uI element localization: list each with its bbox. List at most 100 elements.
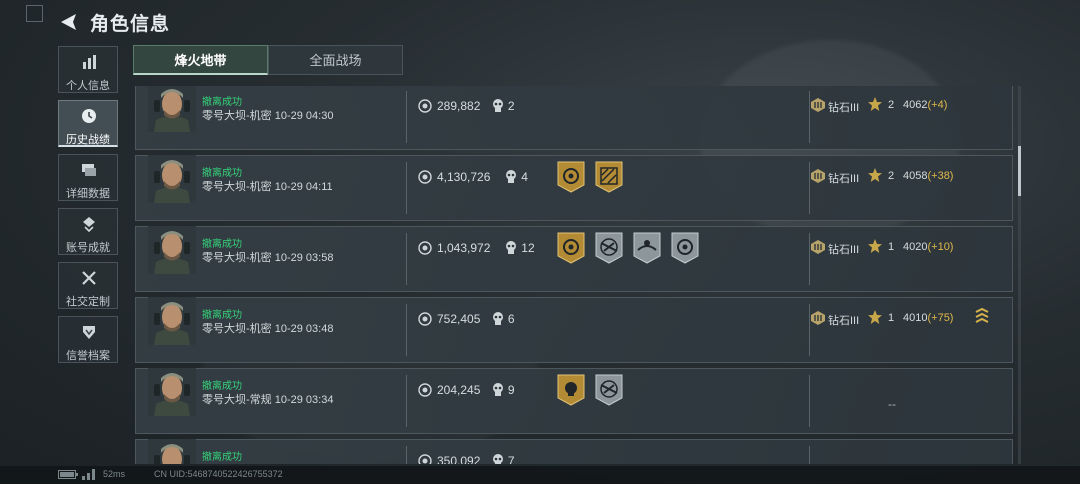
- page-title: 角色信息: [90, 14, 171, 35]
- kill-count: 2: [507, 99, 515, 113]
- loot-value: 752,405: [437, 312, 481, 326]
- star-count: 2: [888, 99, 895, 111]
- ping-value: 52ms: [103, 469, 126, 479]
- sidebar-item-social[interactable]: 社交定制: [58, 262, 118, 309]
- match-time: 10-29 04:30: [274, 110, 334, 122]
- match-time: 10-29 04:11: [274, 181, 333, 193]
- clock-icon: [82, 109, 96, 123]
- tab-full-battlefield[interactable]: 全面战场: [268, 45, 403, 75]
- match-record-row[interactable]: 撤离成功 零号大坝-机密 10-29 03:58 1,043,972 12 钻石III 1…: [135, 226, 1013, 292]
- silver-gun-medal-icon[interactable]: [594, 232, 624, 264]
- column-divider: [406, 91, 407, 143]
- gold-skull-medal-icon[interactable]: [556, 374, 586, 406]
- sidebar-item-history[interactable]: 历史战绩: [58, 100, 118, 147]
- extraction-status: 撤离成功: [202, 381, 242, 392]
- loot-value: 4,130,726: [437, 170, 491, 184]
- battery-icon: [58, 470, 78, 479]
- star-icon: [868, 168, 882, 182]
- sidebar-item-detail-data[interactable]: 详细数据: [58, 154, 118, 201]
- map-and-time: 零号大坝-机密 10-29 03:58: [202, 249, 333, 265]
- skull-icon: [492, 99, 503, 112]
- win-streak-chevron-icon: [975, 308, 989, 323]
- rank-name: 钻石III: [828, 102, 860, 114]
- extraction-status: 撤离成功: [202, 168, 242, 179]
- credit-shield-icon: [83, 326, 95, 339]
- silver-wave-medal-icon[interactable]: [632, 232, 662, 264]
- map-and-time: 零号大坝-机密 10-29 03:48: [202, 320, 333, 336]
- column-divider: [809, 446, 810, 464]
- kill-count: 6: [507, 312, 515, 326]
- value-coin-icon: [418, 241, 432, 255]
- tab-hazard-zone[interactable]: 烽火地带: [133, 45, 268, 75]
- map-name: 零号大坝-机密: [202, 252, 272, 264]
- stack-icon: [82, 164, 96, 176]
- map-name: 零号大坝-机密: [202, 323, 272, 335]
- match-record-row[interactable]: 撤离成功 零号大坝-机密 10-29 04:30 289,882 2 钻石III 2 406…: [135, 86, 1013, 150]
- map-and-time: 零号大坝-机密 10-29 04:11: [202, 178, 333, 194]
- map-name: 零号大坝-机密: [202, 181, 272, 193]
- match-record-row[interactable]: 撤离成功 零号大坝-机密 10-29 04:11 4,130,726 4 钻石III 2 4…: [135, 155, 1013, 221]
- map-and-time: 零号大坝-常规 10-29 03:34: [202, 391, 333, 407]
- score-value: 4062: [903, 99, 928, 111]
- value-coin-icon: [418, 312, 432, 326]
- kill-count: 7: [507, 454, 515, 464]
- signal-icon: [82, 469, 95, 480]
- rank-score: 4010(+75): [903, 312, 953, 324]
- gold-target-medal-icon[interactable]: [556, 232, 586, 264]
- kill-count: 4: [521, 170, 528, 184]
- extraction-status: 撤离成功: [202, 452, 242, 463]
- score-delta: (+4): [927, 99, 948, 111]
- silver-cross-medal-icon[interactable]: [670, 232, 700, 264]
- skull-icon: [492, 312, 503, 325]
- loot-value: 204,245: [437, 383, 481, 397]
- diamond-rank-icon: [811, 169, 825, 183]
- gold-stripes-medal-icon[interactable]: [594, 161, 624, 193]
- kill-count: 12: [521, 241, 535, 255]
- star-count: 1: [888, 312, 895, 324]
- silver-gun-medal-icon[interactable]: [594, 374, 624, 406]
- column-divider: [406, 233, 407, 285]
- scrollbar-track[interactable]: [1018, 86, 1021, 464]
- match-record-row[interactable]: 撤离成功 零号大坝-常规 10-29 03:34 204,245 9 --: [135, 368, 1013, 434]
- loot-value: 350,092: [437, 454, 481, 464]
- operator-avatar: [148, 155, 196, 203]
- gold-target-medal-icon[interactable]: [556, 161, 586, 193]
- loot-value: 289,882: [437, 99, 481, 113]
- score-value: 4020: [903, 241, 928, 253]
- sidebar-item-achievements[interactable]: 账号成就: [58, 208, 118, 255]
- match-history-list[interactable]: 撤离成功 零号大坝-机密 10-29 04:30 289,882 2 钻石III 2 406…: [135, 86, 1013, 464]
- loot-value: 1,043,972: [437, 241, 491, 255]
- scrollbar-thumb[interactable]: [1018, 146, 1021, 196]
- sidebar-item-credit[interactable]: 信誉档案: [58, 316, 118, 363]
- star-icon: [868, 310, 882, 324]
- match-time: 10-29 03:48: [274, 323, 334, 335]
- kill-count: 9: [507, 383, 515, 397]
- tools-icon: [82, 271, 96, 285]
- column-divider: [406, 375, 407, 427]
- match-time: 10-29 03:34: [274, 394, 334, 406]
- extraction-status: 撤离成功: [202, 310, 242, 321]
- rank-score: 4020(+10): [903, 241, 953, 253]
- rank-name: 钻石III: [828, 244, 860, 256]
- sidebar-item-label: 个人信息: [66, 80, 110, 92]
- status-footer: 52ms CN UID:5468740522426755372: [0, 466, 1080, 484]
- achievement-icon: [83, 217, 95, 232]
- match-record-row[interactable]: 撤离成功 零号大坝-机密 10-29 03:48 752,405 6 钻石III 1 401…: [135, 297, 1013, 363]
- diamond-rank-icon: [811, 311, 825, 325]
- operator-avatar: [148, 297, 196, 345]
- sidebar-item-profile[interactable]: 个人信息: [58, 46, 118, 93]
- score-delta: (+38): [927, 170, 954, 182]
- value-coin-icon: [418, 170, 432, 184]
- column-divider: [406, 162, 407, 214]
- operator-avatar: [148, 368, 196, 416]
- back-arrow-icon[interactable]: [58, 12, 80, 32]
- column-divider: [809, 375, 810, 427]
- sidebar-item-label: 历史战绩: [66, 134, 110, 146]
- menu-toggle-box[interactable]: [26, 5, 43, 22]
- rank-score: 4062(+4): [903, 99, 947, 111]
- match-record-row[interactable]: 撤离成功 350,0927--: [135, 439, 1013, 464]
- sidebar: 个人信息 历史战绩 详细数据 账号成就 社交定制 信誉档案: [58, 46, 120, 370]
- extraction-status: 撤离成功: [202, 239, 242, 250]
- score-value: 4058: [903, 170, 928, 182]
- sidebar-item-label: 详细数据: [66, 188, 110, 200]
